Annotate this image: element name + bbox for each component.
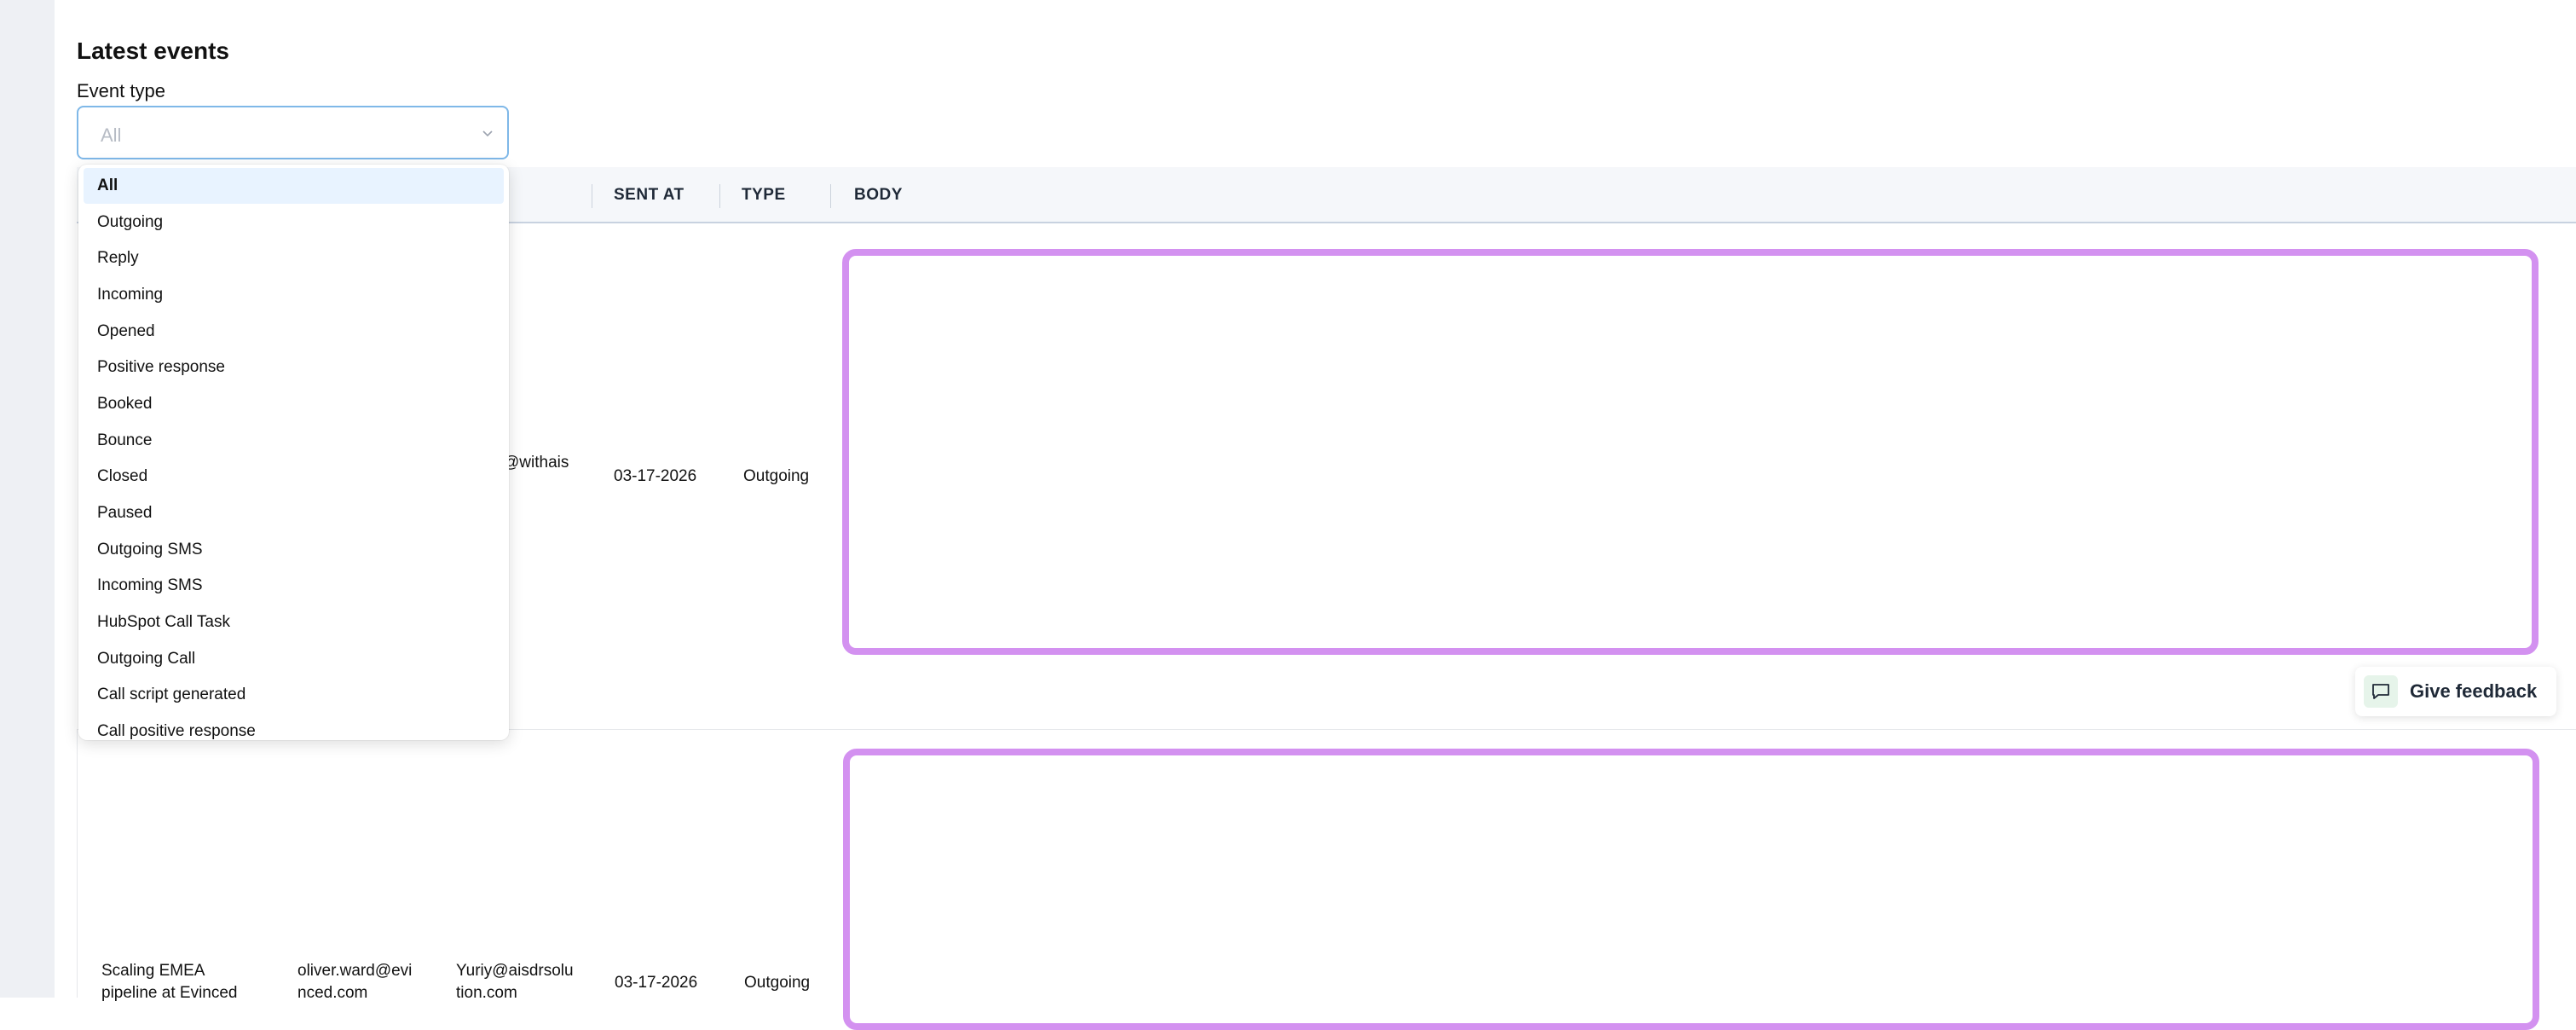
option-positive-response[interactable]: Positive response [84, 350, 504, 385]
option-call-script-generated[interactable]: Call script generated [84, 677, 504, 713]
subject-line: pipeline at Evinced [101, 984, 238, 1002]
to-line: tion.com [456, 984, 517, 1002]
option-reply[interactable]: Reply [84, 240, 504, 276]
to-cell: @withais [503, 454, 569, 472]
chevron-down-icon [482, 130, 493, 137]
option-paused[interactable]: Paused [84, 495, 504, 531]
option-incoming[interactable]: Incoming [84, 277, 504, 313]
column-separator [719, 184, 720, 208]
feedback-icon-wrap [2364, 675, 2398, 708]
event-type-selected-value: All [101, 124, 122, 146]
option-outgoing-sms[interactable]: Outgoing SMS [84, 532, 504, 568]
option-outgoing-call[interactable]: Outgoing Call [84, 641, 504, 677]
give-feedback-button[interactable]: Give feedback [2355, 667, 2556, 716]
option-all[interactable]: All [84, 168, 504, 204]
table-row[interactable]: Scaling EMEA pipeline at Evinced oliver.… [77, 730, 2576, 1030]
give-feedback-label: Give feedback [2410, 680, 2538, 702]
option-call-positive-response[interactable]: Call positive response [84, 714, 504, 740]
option-hubspot-call-task[interactable]: HubSpot Call Task [84, 605, 504, 640]
sent-at-cell: 03-17-2026 [614, 467, 697, 485]
option-opened[interactable]: Opened [84, 314, 504, 350]
to-cell: Yuriy@aisdrsolu tion.com [456, 960, 574, 1004]
email-body-preview[interactable] [842, 249, 2538, 655]
event-type-dropdown-menu[interactable]: All Outgoing Reply Incoming Opened Posit… [78, 165, 509, 740]
email-body-preview[interactable] [843, 749, 2539, 1030]
option-outgoing[interactable]: Outgoing [84, 205, 504, 240]
from-cell: oliver.ward@evi nced.com [297, 960, 412, 1004]
section-title: Latest events [77, 38, 229, 64]
option-incoming-sms[interactable]: Incoming SMS [84, 568, 504, 604]
chat-bubble-icon [2372, 684, 2389, 699]
column-separator [830, 184, 831, 208]
event-type-label: Event type [77, 80, 165, 101]
from-line: oliver.ward@evi [297, 962, 413, 980]
to-line: Yuriy@aisdrsolu [456, 962, 574, 980]
option-bounce[interactable]: Bounce [84, 423, 504, 459]
subject-line: Scaling EMEA [101, 962, 205, 980]
subject-cell: Scaling EMEA pipeline at Evinced [101, 960, 238, 1004]
sent-at-cell: 03-17-2026 [615, 974, 698, 992]
left-rail [0, 0, 55, 998]
column-header-sent-at[interactable]: SENT AT [614, 167, 684, 223]
option-closed[interactable]: Closed [84, 459, 504, 495]
event-type-select[interactable]: All [77, 106, 509, 159]
type-cell: Outgoing [744, 974, 811, 992]
type-cell: Outgoing [743, 467, 810, 485]
from-line: nced.com [297, 984, 368, 1002]
option-booked[interactable]: Booked [84, 386, 504, 422]
column-header-type[interactable]: TYPE [742, 167, 786, 223]
column-header-body[interactable]: BODY [854, 167, 903, 223]
